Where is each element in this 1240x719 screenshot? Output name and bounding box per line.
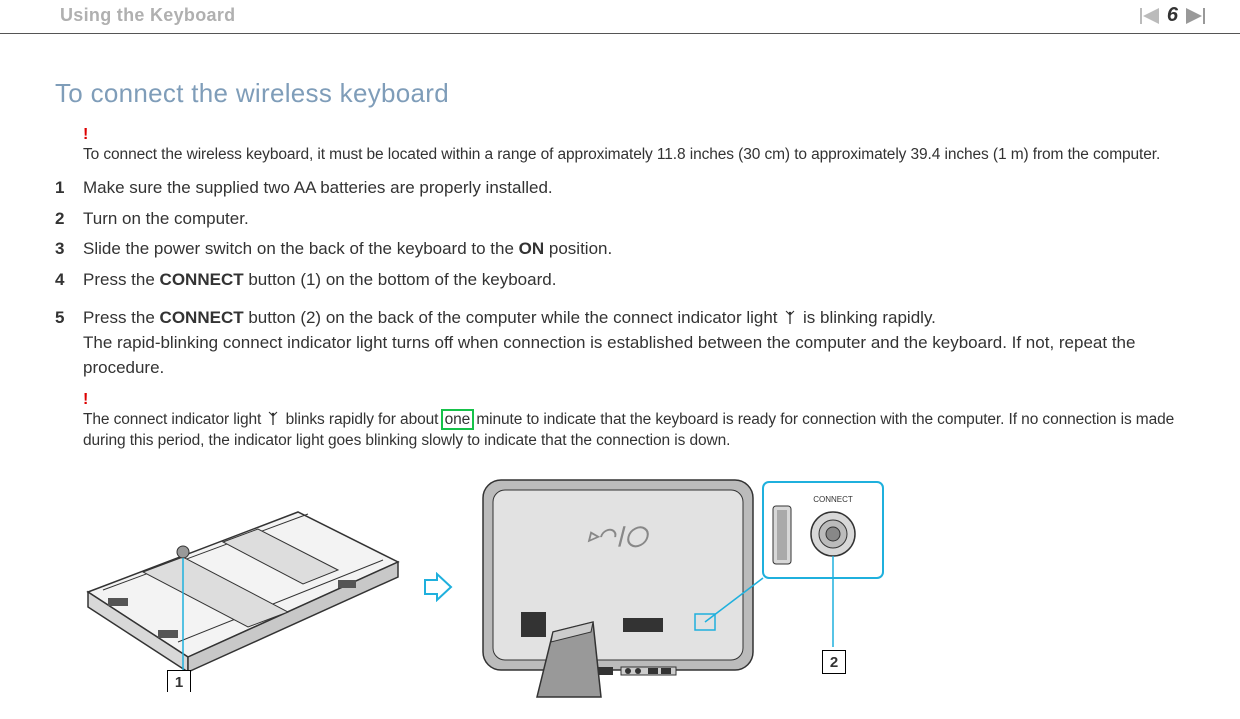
step5-line2: The rapid-blinking connect indicator lig… <box>83 333 1135 377</box>
page-content: To connect the wireless keyboard ! To co… <box>0 34 1240 702</box>
step-text-bold: CONNECT <box>160 270 244 289</box>
figure: 1 ▹◠∣◯ <box>83 472 1185 702</box>
step-number: 1 <box>55 176 69 201</box>
header-bar: Using the Keyboard 6 <box>0 0 1240 33</box>
step-3: 3 Slide the power switch on the back of … <box>55 237 1185 262</box>
page-number: 6 <box>1167 4 1178 27</box>
section-title: To connect the wireless keyboard <box>55 78 1185 109</box>
step5-line1-mid: button (2) on the back of the computer w… <box>244 308 783 327</box>
antenna-icon <box>267 411 279 432</box>
steps-list: 1 Make sure the supplied two AA batterie… <box>55 176 1185 380</box>
step-1: 1 Make sure the supplied two AA batterie… <box>55 176 1185 201</box>
step-text-post: position. <box>544 239 612 258</box>
step-text: Slide the power switch on the back of th… <box>83 237 1185 262</box>
step-text-pre: Press the <box>83 270 160 289</box>
svg-text:▹◠∣◯: ▹◠∣◯ <box>587 525 650 548</box>
step5-line1-pre: Press the <box>83 308 160 327</box>
exclamation-icon: ! <box>83 392 1185 408</box>
note2-highlight: one <box>443 411 473 428</box>
step-4: 4 Press the CONNECT button (1) on the bo… <box>55 268 1185 293</box>
step5-line1-bold: CONNECT <box>160 308 244 327</box>
figure-computer-back: ▹◠∣◯ CONNECT <box>473 472 893 702</box>
nav-next-icon[interactable] <box>1186 8 1210 24</box>
warning-note-2: ! The connect indicator light blinks rap… <box>83 392 1185 452</box>
step-2: 2 Turn on the computer. <box>55 207 1185 232</box>
step-text: Make sure the supplied two AA batteries … <box>83 176 1185 201</box>
step5-line1-post: is blinking rapidly. <box>798 308 936 327</box>
exclamation-icon: ! <box>83 127 1185 143</box>
step-text-bold: ON <box>519 239 545 258</box>
connect-label: CONNECT <box>813 495 853 504</box>
step-text: Turn on the computer. <box>83 207 1185 232</box>
note2-pre: The connect indicator light <box>83 411 265 428</box>
step-number: 3 <box>55 237 69 262</box>
step-text-pre: Slide the power switch on the back of th… <box>83 239 519 258</box>
step-number: 4 <box>55 268 69 293</box>
step-5: 5 Press the CONNECT button (2) on the ba… <box>55 306 1185 380</box>
warning-note-2-text: The connect indicator light blinks rapid… <box>83 410 1185 452</box>
nav-prev-icon[interactable] <box>1135 8 1159 24</box>
breadcrumb: Using the Keyboard <box>60 5 235 26</box>
step-number: 5 <box>55 306 69 380</box>
step-text-post: button (1) on the bottom of the keyboard… <box>244 270 557 289</box>
note2-mid1: blinks rapidly for about <box>281 411 442 428</box>
antenna-icon <box>784 307 796 332</box>
callout-2: 2 <box>822 650 846 674</box>
page-nav: 6 <box>1135 4 1210 27</box>
step-number: 2 <box>55 207 69 232</box>
step-text: Press the CONNECT button (1) on the bott… <box>83 268 1185 293</box>
warning-note-1-text: To connect the wireless keyboard, it mus… <box>83 145 1185 166</box>
callout-1: 1 <box>167 670 191 692</box>
figure-keyboard-bottom: 1 <box>83 482 403 692</box>
arrow-right-icon <box>423 572 453 602</box>
step-text: Press the CONNECT button (2) on the back… <box>83 306 1185 380</box>
warning-note-1: ! To connect the wireless keyboard, it m… <box>83 127 1185 166</box>
